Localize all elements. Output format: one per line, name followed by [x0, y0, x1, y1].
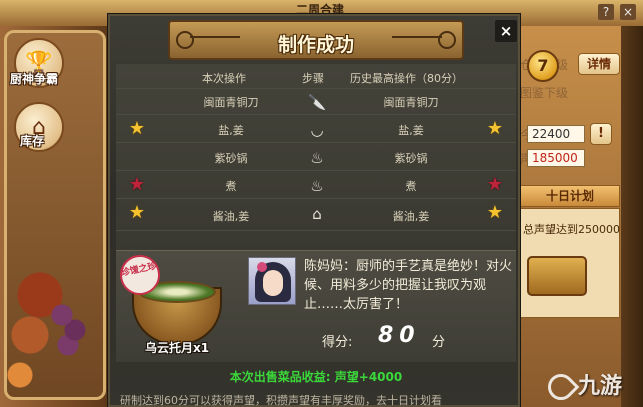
treasure-chest-icon[interactable]: [527, 256, 587, 296]
window-close-button[interactable]: ×: [620, 4, 636, 20]
customer-comment: 陈妈妈：厨师的手艺真是绝妙！对火候、用料多少的把握让我叹为观止……太厉害了！: [304, 259, 513, 312]
steps-table: 本次操作 步骤 历史最高操作（80分） 闽面青铜刀 🔪 闽面青铜刀 ★ 盐,姜 …: [116, 64, 516, 250]
close-button[interactable]: ×: [495, 20, 517, 42]
right-strip: [621, 26, 643, 407]
score-unit: 分: [432, 335, 446, 350]
avatar: [248, 257, 296, 305]
warning-button[interactable]: !: [590, 123, 612, 145]
watermark-logo: 九游: [542, 368, 643, 406]
revenue-value: 声望+4000: [334, 370, 403, 384]
row-divider: [116, 198, 516, 199]
row-divider: [116, 142, 516, 143]
best-step-4: 煮: [405, 180, 417, 193]
plan-text: 总声望达到250000: [523, 223, 620, 236]
current-step-5: 酱油,姜: [212, 210, 250, 223]
flower-icon: [257, 262, 267, 272]
result-card: 珍馐之珍 乌云托月x1 陈妈妈：厨师的手艺真是绝妙！对火候、用料多少的把握让我叹…: [116, 250, 516, 362]
bowl-icon: ◡: [310, 121, 324, 139]
chef-contest-label: 厨神争霸: [10, 72, 59, 86]
bottle-icon: ⌂: [312, 205, 322, 223]
header-step: 步骤: [302, 72, 324, 85]
gold-star-icon: ★: [486, 118, 504, 139]
best-step-5: 酱油,姜: [392, 210, 430, 223]
best-step-1: 闽面青铜刀: [383, 96, 439, 109]
watermark-text: 九游: [578, 374, 623, 399]
row-divider: [116, 170, 516, 171]
score-label: 得分:: [322, 335, 353, 350]
nine-game-logo-icon: [542, 368, 580, 406]
row-divider: [116, 230, 516, 231]
score-value: 80: [378, 323, 421, 348]
detail-button[interactable]: 详情: [578, 53, 620, 75]
revenue-label: 本次出售菜品收益:: [229, 370, 331, 384]
help-button[interactable]: ?: [598, 4, 614, 20]
title-plate: 制作成功: [168, 20, 464, 60]
current-step-2: 盐,姜: [218, 124, 244, 137]
reputation-value: 185000: [527, 149, 585, 167]
red-star-icon: ★: [486, 174, 504, 195]
boiling-icon: ♨: [310, 177, 324, 195]
header-current: 本次操作: [202, 72, 246, 85]
cooking-result-dialog: 制作成功 × 本次操作 步骤 历史最高操作（80分） 闽面青铜刀 🔪 闽面青铜刀…: [108, 14, 520, 407]
current-step-3: 紫砂锅: [214, 152, 248, 165]
row-divider: [116, 114, 516, 115]
dish-name: 乌云托月x1: [144, 341, 210, 355]
current-step-1: 闽面青铜刀: [203, 96, 259, 109]
today-value: 22400: [527, 125, 585, 143]
food-decoration: [0, 245, 110, 405]
red-star-icon: ★: [128, 174, 146, 195]
pot-icon: ♨: [310, 149, 324, 167]
revenue-line: 本次出售菜品收益: 声望+4000: [116, 368, 516, 385]
knife-icon: 🔪: [307, 93, 327, 111]
hint-label: 图鉴下级: [520, 86, 569, 100]
dialog-title: 制作成功: [277, 34, 354, 56]
footer-note: 研制达到60分可以获得声望，积攒声望有丰厚奖励，去十日计划看: [120, 394, 442, 407]
storehouse-label: 库存: [20, 134, 45, 148]
ten-day-plan-banner[interactable]: 十日计划: [520, 185, 620, 207]
current-step-4: 煮: [225, 180, 237, 193]
gold-star-icon: ★: [486, 202, 504, 223]
gold-star-icon: ★: [128, 202, 146, 223]
header-best: 历史最高操作（80分）: [350, 72, 463, 85]
best-step-3: 紫砂锅: [394, 152, 428, 165]
level-badge: 7: [527, 50, 559, 82]
best-step-2: 盐,姜: [398, 124, 424, 137]
row-divider: [116, 88, 516, 89]
gold-star-icon: ★: [128, 118, 146, 139]
